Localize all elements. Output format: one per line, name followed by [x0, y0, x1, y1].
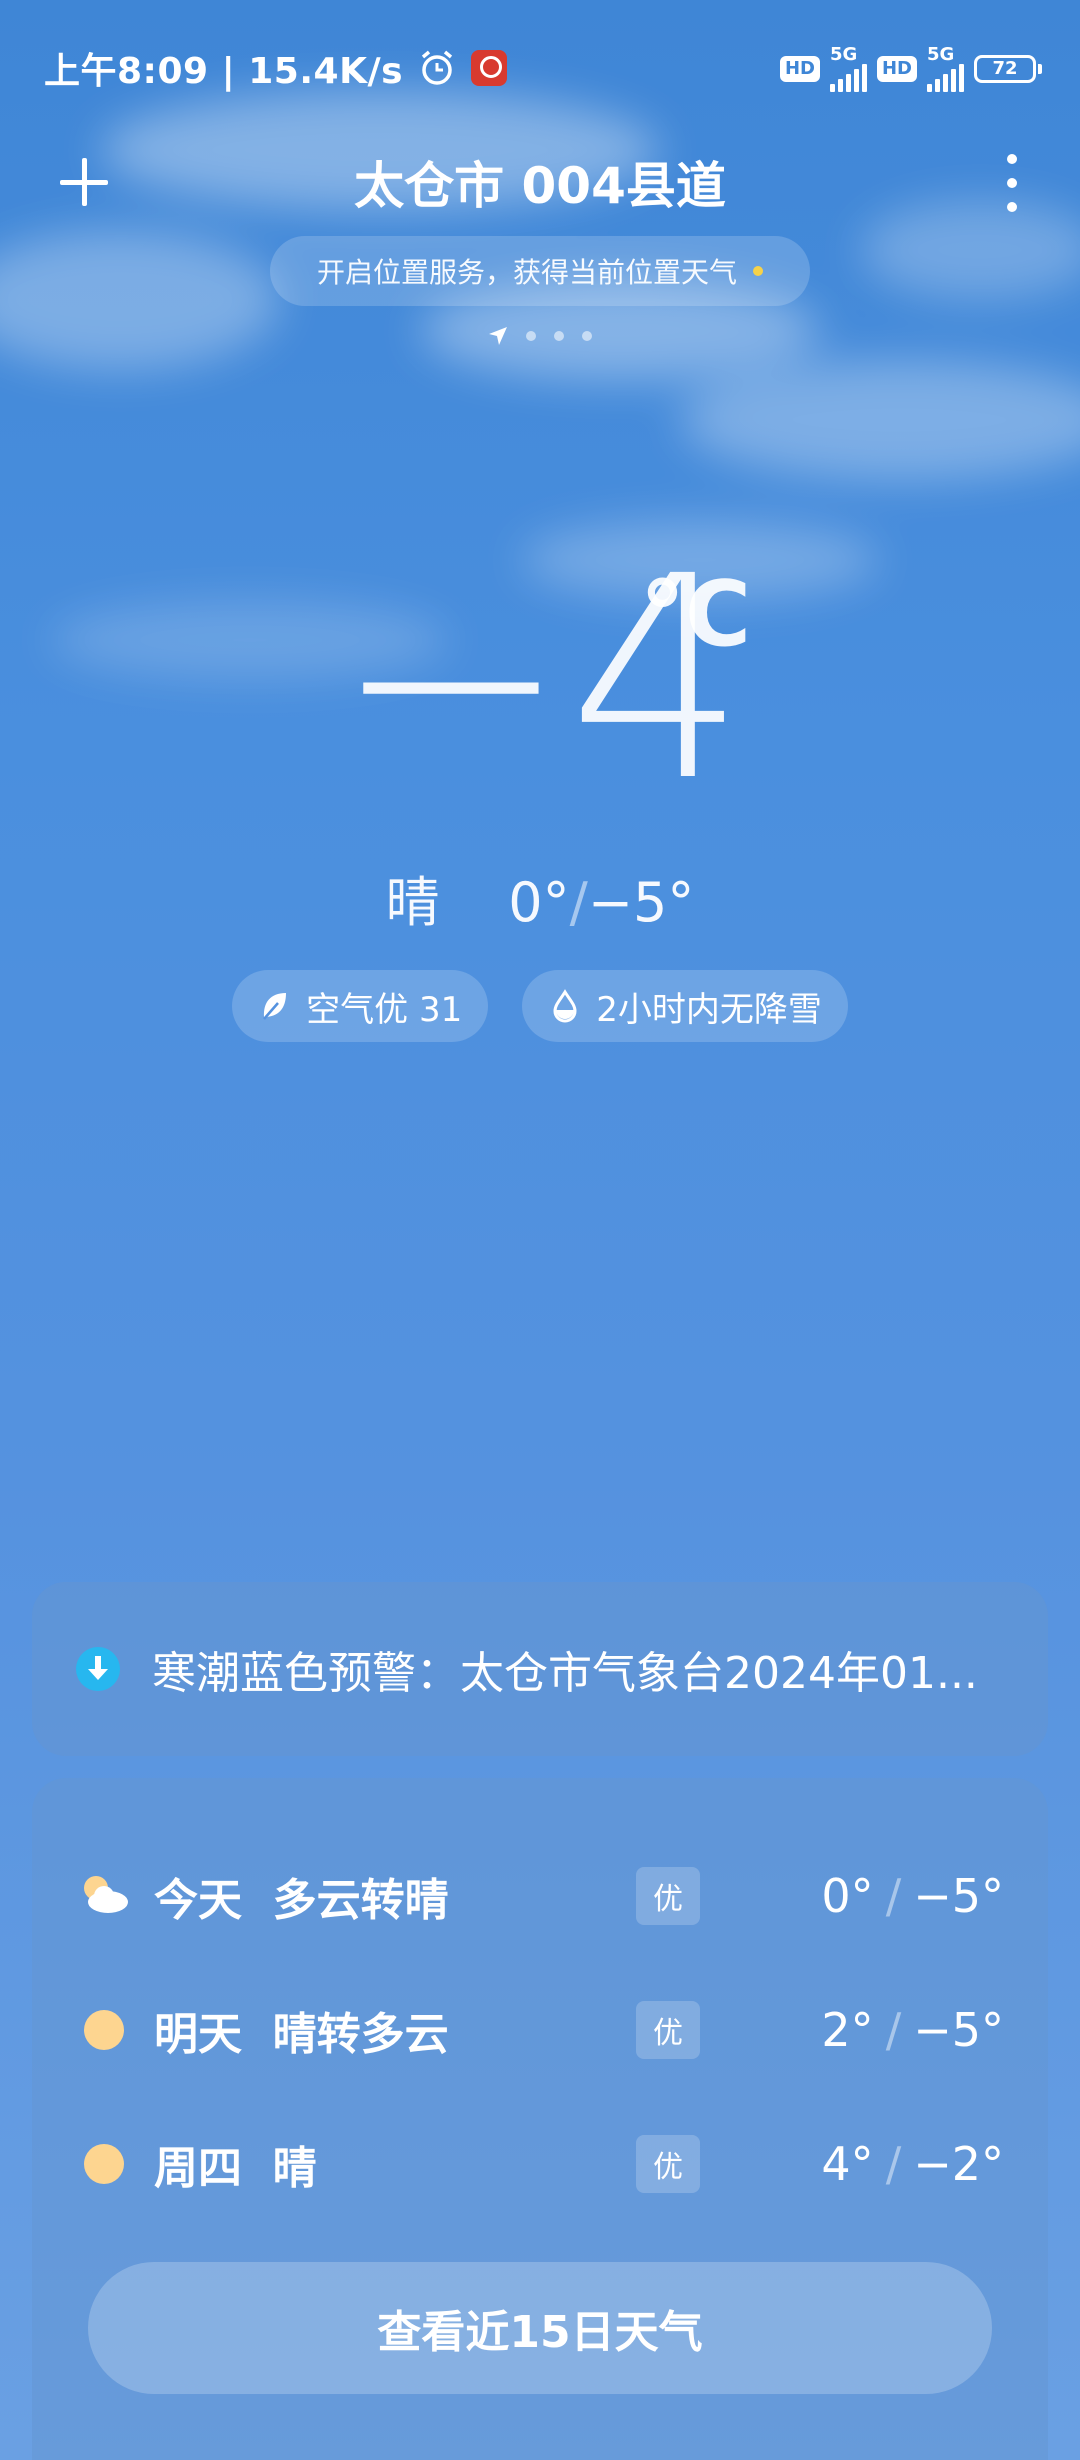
alert-text: 寒潮蓝色预警：太仓市气象台2024年01...	[152, 1648, 978, 1699]
forecast-day-condition: 周四 晴	[154, 2143, 317, 2194]
today-low: −5°	[587, 871, 695, 934]
precipitation-text: 2小时内无降雪	[596, 989, 822, 1030]
signal-icon: 5G	[829, 46, 867, 92]
location-arrow-icon	[489, 327, 507, 345]
battery-level: 72	[992, 58, 1018, 79]
hd-badge: HD	[779, 56, 820, 82]
forecast-day-condition: 今天 多云转晴	[154, 1875, 449, 1926]
aqi-badge: 优	[636, 1867, 700, 1925]
leaf-icon	[263, 993, 287, 1020]
location-service-prompt[interactable]: 开启位置服务，获得当前位置天气	[270, 236, 810, 306]
alarm-icon	[421, 50, 453, 85]
status-right: HD 5G HD 5G 72	[779, 46, 1042, 92]
air-quality-chip[interactable]: 空气优 31	[232, 970, 489, 1042]
condition-text: 晴	[385, 871, 440, 934]
forecast-row[interactable]: 周四 晴 优 4° / −2°	[32, 2104, 1048, 2224]
water-drop-icon	[553, 989, 577, 1023]
location-prompt-text: 开启位置服务，获得当前位置天气	[316, 256, 737, 289]
current-condition: 晴 0°/−5°	[385, 871, 695, 934]
weather-alert-card[interactable]: 寒潮蓝色预警：太仓市气象台2024年01...	[32, 1582, 1048, 1756]
aqi-badge: 优	[636, 2001, 700, 2059]
city-page-indicator	[0, 326, 1080, 346]
page-dot	[582, 331, 592, 341]
sun-icon	[84, 2144, 124, 2184]
status-left: 上午8:09 | 15.4K/s	[44, 42, 508, 94]
air-quality-text: 空气优 31	[306, 989, 463, 1030]
app-notification-icon	[471, 50, 508, 86]
more-options-button[interactable]	[992, 148, 1032, 218]
top-bar: 太仓市 004县道	[0, 130, 1080, 250]
temp-range: 0° / −5°	[821, 1869, 1004, 1923]
weather-chips: 空气优 31 2小时内无降雪	[0, 970, 1080, 1042]
page-dot	[526, 331, 536, 341]
notice-dot	[753, 266, 763, 276]
partly-cloudy-icon	[84, 1876, 128, 1913]
forecast-row[interactable]: 明天 晴转多云 优 2° / −5°	[32, 1970, 1048, 2090]
page-title: 太仓市 004县道	[354, 157, 726, 215]
forecast-day-condition: 明天 晴转多云	[154, 2009, 449, 2060]
forecast-row[interactable]: 今天 多云转晴 优 0° / −5°	[32, 1836, 1048, 1956]
aqi-badge: 优	[636, 2135, 700, 2193]
temperature-unit: °C	[640, 562, 752, 667]
page-dot	[554, 331, 564, 341]
temp-range: 4° / −2°	[821, 2137, 1004, 2191]
status-time-speed: 上午8:09 | 15.4K/s	[44, 51, 404, 92]
sun-icon	[84, 2010, 124, 2050]
temp-range: 2° / −5°	[821, 2003, 1004, 2057]
signal-icon: 5G	[927, 46, 964, 92]
warning-download-icon	[76, 1647, 120, 1691]
current-temperature: −4 °C	[0, 540, 1080, 820]
today-high: 0°	[508, 871, 570, 934]
hd-badge: HD	[876, 56, 917, 82]
forecast-card: 今天 多云转晴 优 0° / −5° 明天 晴转多云 优 2° / −5° 周四 晴 优…	[32, 1778, 1048, 2460]
status-bar: 上午8:09 | 15.4K/s HD 5G HD 5G 72	[0, 0, 1080, 130]
precipitation-chip[interactable]: 2小时内无降雪	[522, 970, 848, 1042]
battery-icon: 72	[974, 55, 1042, 83]
view-15-day-forecast-button[interactable]: 查看近15日天气	[88, 2262, 992, 2394]
